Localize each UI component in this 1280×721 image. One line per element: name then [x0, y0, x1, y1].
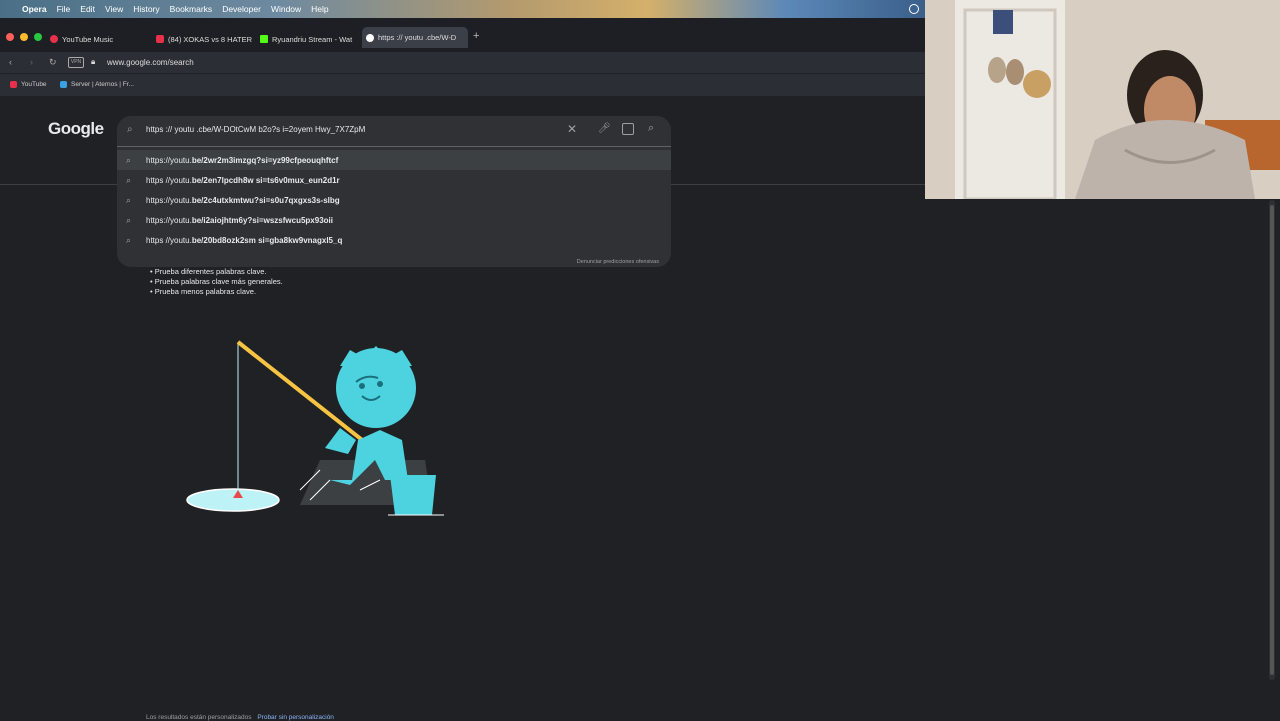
suggestion-completion: be/i2aiojhtm6y?si=wszsfwcu5px93oii	[191, 216, 333, 225]
suggestion-item[interactable]: ⌕ https://youtu.be/i2aiojhtm6y?si=wszsfw…	[117, 210, 671, 230]
suggestion-prefix: https://youtu.	[146, 196, 192, 205]
new-tab-button[interactable]: +	[473, 30, 479, 42]
suggestion-prefix: https //youtu.	[146, 176, 192, 185]
tip-text: Prueba menos palabras clave.	[154, 287, 257, 296]
menu-window[interactable]: Window	[271, 4, 301, 14]
bookmark-youtube[interactable]: YouTube	[10, 81, 47, 88]
tab-youtube-music[interactable]: YouTube Music	[46, 29, 146, 49]
bookmarks-bar: YouTube Server | Aternos | Fr...	[0, 74, 925, 96]
back-icon[interactable]: ‹	[9, 57, 12, 67]
suggestion-prefix: https://youtu.	[146, 216, 192, 225]
suggestion-item[interactable]: ⌕ https://youtu.be/2c4utxkmtwu?si=s0u7qx…	[117, 190, 671, 210]
tab-label: (84) XOKAS vs 8 HATER	[168, 34, 253, 44]
suggestion-completion: be/2c4utxkmtwu?si=s0u7qxgxs3s-slbg	[191, 196, 340, 205]
google-icon	[366, 33, 374, 42]
report-predictions-link[interactable]: Denunciar predicciones ofensivas	[577, 259, 659, 265]
tip-item: • Prueba palabras clave más generales.	[150, 277, 283, 286]
suggestion-text: https://youtu.be/2wr2m3imzgq?si=yz99cfpe…	[146, 156, 338, 165]
tab-label: YouTube Music	[62, 34, 114, 44]
tip-text: Prueba palabras clave más generales.	[154, 277, 283, 286]
search-icon: ⌕	[126, 175, 132, 185]
youtube-icon	[10, 81, 17, 88]
menu-file[interactable]: File	[57, 4, 71, 14]
menu-app-name[interactable]: Opera	[22, 4, 47, 14]
clear-icon[interactable]: ✕	[567, 122, 577, 136]
menu-edit[interactable]: Edit	[80, 4, 95, 14]
suggestion-completion: be/20bd8ozk2sm si=gba8kw9vnagxl5_q	[191, 236, 343, 245]
tab-google-search[interactable]: https :// youtu .cbe/W-D	[362, 27, 468, 48]
tip-item: • Prueba menos palabras clave.	[150, 287, 257, 296]
search-icon: ⌕	[126, 195, 132, 205]
suggestion-item[interactable]: ⌕ https //youtu.be/2en7lpcdh8w si=ts6v0m…	[117, 170, 671, 190]
tip-text: Prueba diferentes palabras clave.	[154, 267, 267, 276]
search-box[interactable]: ⌕ https :// youtu .cbe/W-DOtCwM b2o?s i=…	[117, 116, 671, 146]
no-results-tips: • Prueba diferentes palabras clave. • Pr…	[150, 267, 283, 297]
page-scrollbar[interactable]	[1269, 200, 1275, 680]
suggestion-prefix: https://youtu.	[146, 156, 192, 165]
bookmark-label: Server | Aternos | Fr...	[71, 81, 134, 88]
menu-developer[interactable]: Developer	[222, 4, 261, 14]
suggestion-item[interactable]: ⌕ https://youtu.be/2wr2m3imzgq?si=yz99cf…	[117, 150, 671, 170]
search-submit-icon[interactable]: ⌕	[648, 122, 654, 135]
menu-help[interactable]: Help	[311, 4, 328, 14]
tab-youtube-video[interactable]: (84) XOKAS vs 8 HATER	[152, 29, 254, 49]
mac-menu-bar: Opera File Edit View History Bookmarks D…	[0, 0, 925, 18]
microphone-icon[interactable]: 🎤︎	[598, 123, 611, 134]
reload-icon[interactable]: ↻	[49, 57, 57, 68]
suggestion-completion: be/2en7lpcdh8w si=ts6v0mux_eun2d1r	[191, 176, 340, 185]
lock-icon[interactable]: 🔒︎	[91, 57, 95, 67]
menu-bookmarks[interactable]: Bookmarks	[170, 4, 213, 14]
youtube-icon	[156, 35, 164, 43]
search-icon: ⌕	[126, 155, 132, 165]
suggestion-completion: be/2wr2m3imzgq?si=yz99cfpeouqhftcf	[191, 156, 339, 165]
vpn-badge[interactable]: VPN	[68, 57, 84, 68]
suggestion-text: https //youtu.be/20bd8ozk2sm si=gba8kw9v…	[146, 236, 342, 245]
webcam-scene	[925, 0, 1280, 199]
fishing-monster-illustration	[186, 340, 444, 516]
tab-label: https :// youtu .cbe/W-D	[378, 33, 457, 42]
address-bar: ‹ › ↻ VPN 🔒︎ www.google.com/search	[0, 52, 925, 73]
tab-label: Ryuandriu Stream - Wat	[272, 34, 353, 44]
bookmark-aternos[interactable]: Server | Aternos | Fr...	[60, 81, 134, 88]
close-window-button[interactable]	[6, 33, 14, 41]
suggestions-dropdown: ⌕ https://youtu.be/2wr2m3imzgq?si=yz99cf…	[117, 146, 671, 267]
tab-bar: YouTube Music (84) XOKAS vs 8 HATER Ryua…	[0, 18, 925, 52]
kick-icon	[260, 35, 268, 43]
menu-history[interactable]: History	[133, 4, 159, 14]
tip-item: • Prueba diferentes palabras clave.	[150, 267, 267, 276]
youtube-music-icon	[50, 35, 58, 43]
status-icon[interactable]	[909, 4, 919, 14]
google-logo[interactable]: Google	[48, 119, 104, 139]
suggestion-text: https //youtu.be/2en7lpcdh8w si=ts6v0mux…	[146, 176, 340, 185]
url-field[interactable]: www.google.com/search	[107, 58, 194, 67]
suggestion-text: https://youtu.be/2c4utxkmtwu?si=s0u7qxgx…	[146, 196, 340, 205]
menu-view[interactable]: View	[105, 4, 123, 14]
suggestion-prefix: https //youtu.	[146, 236, 192, 245]
lens-icon[interactable]	[622, 123, 634, 135]
aternos-icon	[60, 81, 67, 88]
suggestion-text: https://youtu.be/i2aiojhtm6y?si=wszsfwcu…	[146, 216, 333, 225]
scrollbar-thumb[interactable]	[1270, 205, 1274, 675]
forward-icon[interactable]: ›	[30, 57, 33, 67]
webcam-overlay	[925, 0, 1280, 199]
search-icon: ⌕	[126, 215, 132, 225]
suggestion-item[interactable]: ⌕ https //youtu.be/20bd8ozk2sm si=gba8kw…	[117, 230, 671, 250]
bookmark-label: YouTube	[21, 81, 47, 88]
search-input[interactable]: https :// youtu .cbe/W-DOtCwM b2o?s i=2o…	[146, 125, 365, 134]
search-icon: ⌕	[126, 235, 132, 245]
tab-kick-stream[interactable]: Ryuandriu Stream - Wat	[256, 29, 358, 49]
search-icon: ⌕	[127, 124, 133, 135]
maximize-window-button[interactable]	[34, 33, 42, 41]
minimize-window-button[interactable]	[20, 33, 28, 41]
